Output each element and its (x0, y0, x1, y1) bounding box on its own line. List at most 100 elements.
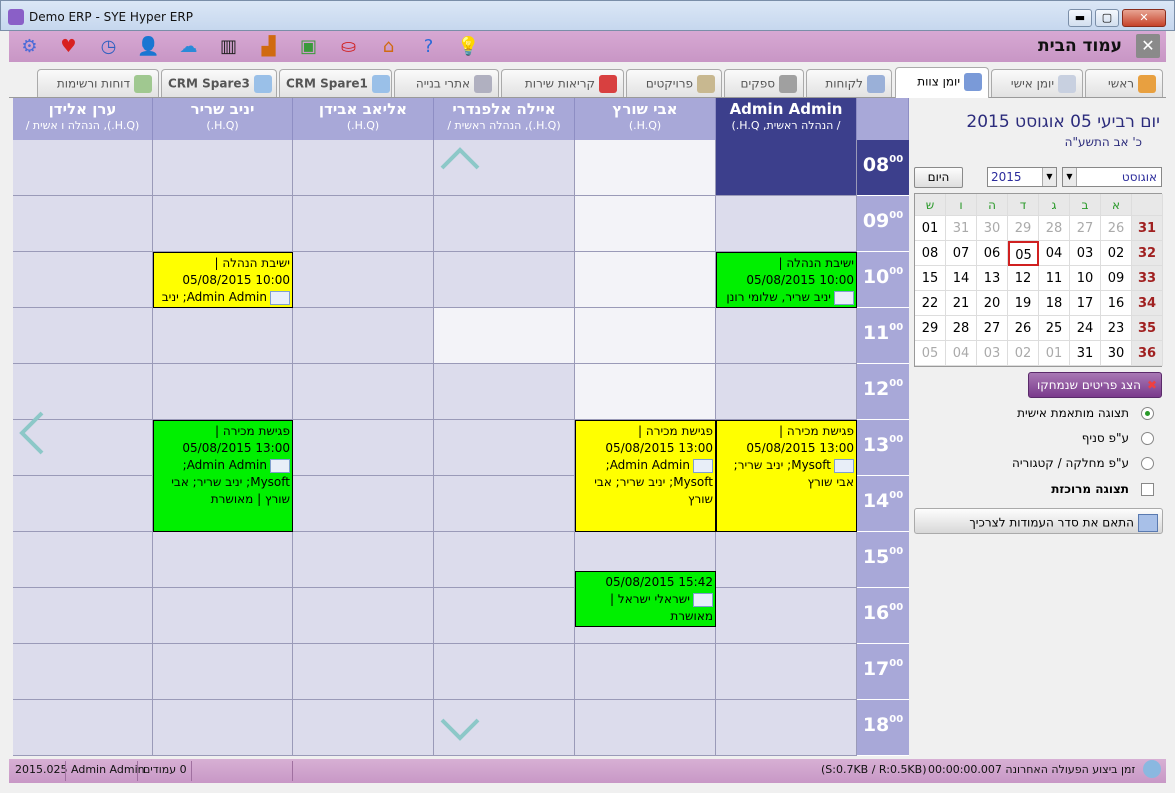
event-israeli-avi[interactable]: 15:42 05/08/2015 ישראלי ישראל | מאושרת (575, 571, 716, 627)
week-number[interactable]: 32 (1132, 241, 1163, 266)
schedule-cell[interactable] (434, 476, 575, 532)
schedule-cell[interactable] (716, 700, 857, 756)
clock-icon[interactable]: ◷ (96, 34, 121, 59)
barcode-icon[interactable]: ▥ (216, 34, 241, 59)
calendar-day[interactable]: 12 (1008, 266, 1039, 291)
week-number[interactable]: 36 (1132, 341, 1163, 366)
column-header-ayala[interactable]: איילה אלפנדרי (H.Q.), הנהלה ראשית / (434, 98, 575, 140)
close-page-button[interactable]: ✕ (1136, 34, 1160, 58)
schedule-cell[interactable] (13, 644, 153, 700)
schedule-cell[interactable] (293, 308, 434, 364)
tab-customers[interactable]: לקוחות (806, 69, 892, 97)
calendar-day[interactable]: 25 (1039, 316, 1070, 341)
fit-columns-button[interactable]: התאם את סדר העמודות לצרכיך (914, 508, 1163, 534)
schedule-cell[interactable] (13, 700, 153, 756)
checkbox-compact[interactable] (1141, 483, 1154, 496)
schedule-cell[interactable] (13, 140, 153, 196)
schedule-cell[interactable] (293, 588, 434, 644)
schedule-cell[interactable] (716, 532, 857, 588)
column-header-eran[interactable]: ערן אלידן (H.Q.), הנהלה ו אשית / (13, 98, 153, 140)
schedule-cell[interactable] (13, 308, 153, 364)
schedule-cell[interactable] (13, 588, 153, 644)
schedule-cell[interactable] (293, 532, 434, 588)
tab-service-calls[interactable]: קריאות שירות (501, 69, 624, 97)
tab-reports[interactable]: דוחות ורשימות (37, 69, 159, 97)
help-icon[interactable]: ? (416, 34, 441, 59)
schedule-cell[interactable] (293, 140, 434, 196)
factory-icon[interactable]: ▟ (256, 34, 281, 59)
calendar-day[interactable]: 18 (1039, 291, 1070, 316)
calendar-day[interactable]: 28 (946, 316, 977, 341)
schedule-cell[interactable] (153, 588, 293, 644)
tab-crm-spare1[interactable]: CRM Spare1 (279, 69, 392, 97)
close-window-button[interactable]: ✕ (1122, 9, 1166, 27)
schedule-cell[interactable] (434, 252, 575, 308)
calendar-day[interactable]: 30 (977, 216, 1008, 241)
calendar-day[interactable]: 07 (946, 241, 977, 266)
calendar-day[interactable]: 21 (946, 291, 977, 316)
scroll-left-arrow-icon[interactable] (18, 411, 44, 455)
schedule-cell[interactable] (153, 644, 293, 700)
schedule-cell[interactable] (575, 644, 716, 700)
schedule-cell[interactable] (434, 644, 575, 700)
calendar-day[interactable]: 20 (977, 291, 1008, 316)
schedule-cell[interactable] (153, 308, 293, 364)
schedule-cell[interactable] (716, 644, 857, 700)
calendar-day[interactable]: 03 (1070, 241, 1101, 266)
schedule-cell[interactable] (716, 196, 857, 252)
calendar-day[interactable]: 03 (977, 341, 1008, 366)
calendar-day[interactable]: 02 (1101, 241, 1132, 266)
event-sales-meeting-yaniv[interactable]: פגישת מכירה | 13:00 05/08/2015 Admin Adm… (153, 420, 293, 532)
option-by-branch[interactable]: ע"פ סניף (914, 431, 1154, 449)
schedule-cell[interactable] (153, 532, 293, 588)
tab-suppliers[interactable]: ספקים (724, 69, 804, 97)
schedule-cell[interactable] (575, 700, 716, 756)
schedule-cell[interactable] (293, 644, 434, 700)
column-header-yaniv[interactable]: יניב שריר (H.Q.) (153, 98, 293, 140)
cloud-status-icon[interactable] (1143, 760, 1161, 778)
maximize-button[interactable]: ▢ (1095, 9, 1119, 27)
week-number[interactable]: 34 (1132, 291, 1163, 316)
schedule-cell[interactable] (716, 364, 857, 420)
home-icon[interactable]: ⌂ (376, 34, 401, 59)
calendar-day[interactable]: 22 (915, 291, 946, 316)
schedule-cell[interactable] (13, 196, 153, 252)
tab-construction-sites[interactable]: אתרי בנייה (394, 69, 499, 97)
calendar-day[interactable]: 04 (946, 341, 977, 366)
tab-projects[interactable]: פרויקטים (626, 69, 722, 97)
schedule-cell[interactable] (575, 196, 716, 252)
column-header-eliav[interactable]: אליאב אבידן (H.Q.) (293, 98, 434, 140)
option-personal-view[interactable]: תצוגה מותאמת אישית (914, 406, 1154, 424)
schedule-cell[interactable] (434, 532, 575, 588)
scroll-down-arrow-icon[interactable] (440, 718, 480, 742)
schedule-cell[interactable] (575, 252, 716, 308)
week-number[interactable]: 35 (1132, 316, 1163, 341)
schedule-cell[interactable] (716, 308, 857, 364)
scroll-up-arrow-icon[interactable] (440, 146, 480, 170)
schedule-cell[interactable] (434, 364, 575, 420)
column-header-avi[interactable]: אבי שורץ (H.Q.) (575, 98, 716, 140)
schedule-cell[interactable] (153, 700, 293, 756)
schedule-cell[interactable] (434, 308, 575, 364)
calendar-day[interactable]: 16 (1101, 291, 1132, 316)
event-management-meeting-yaniv[interactable]: ישיבת הנהלה | 10:00 05/08/2015 Admin Adm… (153, 252, 293, 308)
schedule-cell[interactable] (153, 196, 293, 252)
month-select[interactable]: ▼ אוגוסט (1062, 167, 1162, 187)
schedule-cell[interactable] (13, 476, 153, 532)
calendar-day[interactable]: 29 (915, 316, 946, 341)
calendar-day[interactable]: 27 (977, 316, 1008, 341)
tab-personal-diary[interactable]: יומן אישי (991, 69, 1083, 97)
minimize-button[interactable]: ▬ (1068, 9, 1092, 27)
calendar-day[interactable]: 06 (977, 241, 1008, 266)
option-by-department[interactable]: ע"פ מחלקה / קטגוריה (914, 456, 1154, 474)
calendar-day[interactable]: 26 (1101, 216, 1132, 241)
schedule-cell[interactable] (13, 532, 153, 588)
calendar-day[interactable]: 15 (915, 266, 946, 291)
column-header-admin[interactable]: Admin Admin / הנהלה ראשית, H.Q.) (716, 98, 857, 140)
schedule-cell[interactable] (293, 364, 434, 420)
users-icon[interactable]: 👤 (136, 34, 161, 59)
money-icon[interactable]: ▣ (296, 34, 321, 59)
calendar-day[interactable]: 23 (1101, 316, 1132, 341)
tab-crm-spare3[interactable]: CRM Spare3 (161, 69, 277, 97)
gear-icon[interactable]: ⚙ (17, 34, 42, 59)
